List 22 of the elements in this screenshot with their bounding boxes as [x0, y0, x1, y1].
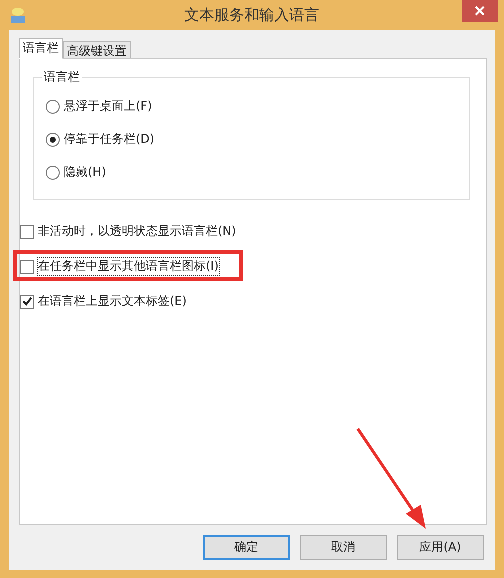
checkbox-label: 在任务栏中显示其他语言栏图标(I)	[38, 258, 219, 275]
checkbox[interactable]	[20, 224, 34, 238]
checkbox-label: 非活动时，以透明状态显示语言栏(N)	[38, 223, 236, 240]
checkbox-label: 在语言栏上显示文本标签(E)	[38, 293, 187, 310]
radio-button[interactable]	[46, 100, 60, 114]
radio-label: 悬浮于桌面上(F)	[64, 98, 152, 115]
checkbox[interactable]	[20, 294, 34, 308]
window-title: 文本服务和输入语言	[184, 6, 320, 24]
app-icon	[9, 6, 27, 24]
close-button[interactable]	[462, 0, 498, 22]
group-title: 语言栏	[43, 69, 81, 86]
radio-button[interactable]	[46, 166, 60, 180]
radio-label: 隐藏(H)	[64, 164, 106, 181]
dialog-button[interactable]: 确定	[203, 535, 290, 560]
dialog-button[interactable]: 取消	[300, 535, 387, 560]
tab[interactable]: 语言栏	[19, 38, 63, 59]
checkbox[interactable]	[20, 260, 34, 274]
radio-label: 停靠于任务栏(D)	[64, 131, 155, 148]
tab[interactable]: 高级键设置	[63, 41, 131, 59]
close-icon	[475, 6, 485, 16]
radio-button[interactable]	[46, 132, 60, 146]
dialog-button[interactable]: 应用(A)	[397, 535, 484, 560]
